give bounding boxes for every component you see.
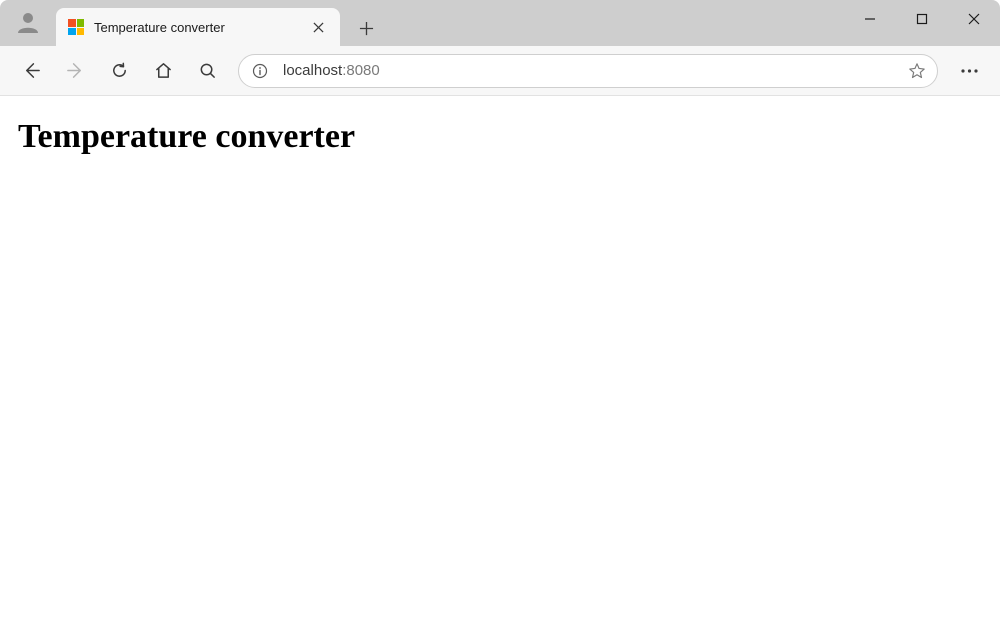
- page-content: Temperature converter: [0, 96, 1000, 621]
- page-heading: Temperature converter: [18, 118, 982, 156]
- refresh-icon: [110, 61, 129, 80]
- star-icon: [908, 62, 926, 80]
- plus-icon: [359, 21, 374, 36]
- url-port: 8080: [346, 62, 379, 79]
- titlebar: Temperature converter: [0, 0, 1000, 46]
- search-button[interactable]: [188, 52, 226, 90]
- close-icon: [968, 13, 980, 25]
- browser-chrome: Temperature converter: [0, 0, 1000, 96]
- site-info-button[interactable]: [251, 62, 269, 80]
- forward-button: [56, 52, 94, 90]
- profile-button[interactable]: [14, 8, 42, 36]
- address-bar[interactable]: localhost:8080: [238, 54, 938, 88]
- info-icon: [252, 63, 268, 79]
- window-controls: [844, 0, 1000, 38]
- profile-icon: [16, 10, 40, 34]
- close-window-button[interactable]: [948, 0, 1000, 38]
- home-icon: [154, 61, 173, 80]
- toolbar: localhost:8080: [0, 46, 1000, 96]
- maximize-icon: [916, 13, 928, 25]
- url-host: localhost: [283, 62, 342, 79]
- tab-close-button[interactable]: [306, 15, 330, 39]
- search-icon: [198, 61, 217, 80]
- tab-title: Temperature converter: [94, 20, 306, 35]
- arrow-right-icon: [66, 61, 85, 80]
- minimize-icon: [864, 13, 876, 25]
- microsoft-favicon-icon: [68, 19, 84, 35]
- browser-tab[interactable]: Temperature converter: [56, 8, 340, 46]
- arrow-left-icon: [22, 61, 41, 80]
- back-button[interactable]: [12, 52, 50, 90]
- home-button[interactable]: [144, 52, 182, 90]
- close-icon: [313, 22, 324, 33]
- minimize-button[interactable]: [844, 0, 896, 38]
- url-text: localhost:8080: [283, 62, 903, 79]
- settings-menu-button[interactable]: [950, 52, 988, 90]
- favorite-button[interactable]: [903, 57, 931, 85]
- refresh-button[interactable]: [100, 52, 138, 90]
- more-horizontal-icon: [961, 69, 978, 73]
- new-tab-button[interactable]: [348, 10, 384, 46]
- maximize-button[interactable]: [896, 0, 948, 38]
